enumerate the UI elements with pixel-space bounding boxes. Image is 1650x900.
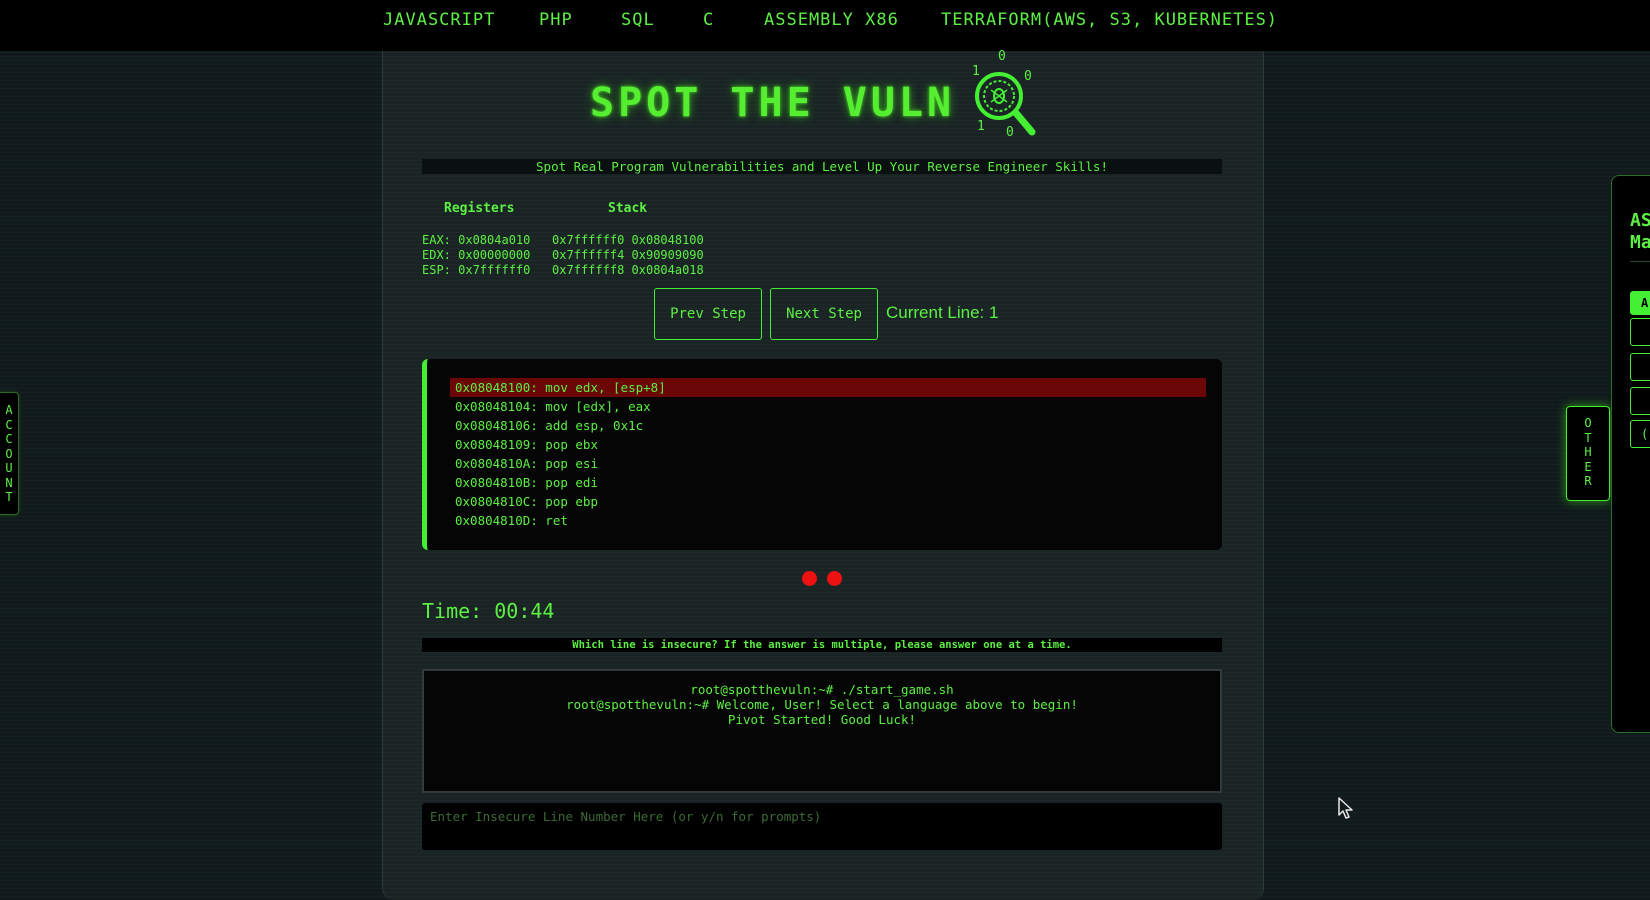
- answer-input[interactable]: [422, 803, 1222, 850]
- nav-c[interactable]: C: [703, 10, 714, 30]
- account-tab-letter: U: [5, 461, 13, 475]
- stack-heading: Stack: [608, 201, 648, 216]
- nav-terraform[interactable]: TERRAFORM(AWS, S3, KUBERNETES): [941, 10, 1278, 30]
- timer: Time: 00:44: [422, 599, 555, 623]
- logo-digit: 0: [998, 49, 1006, 64]
- code-line[interactable]: 0x08048106: add esp, 0x1c: [450, 416, 1206, 435]
- nav-php[interactable]: PHP: [539, 10, 573, 30]
- drawer-title-line: Ma: [1630, 232, 1650, 253]
- account-tab-letter: T: [5, 490, 13, 504]
- nav-sql[interactable]: SQL: [621, 10, 655, 30]
- registers-heading: Registers: [444, 201, 515, 216]
- terminal-output: root@spotthevuln:~# ./start_game.sh root…: [422, 669, 1222, 793]
- register-row: ESP: 0x7ffffff0 0x7ffffff8 0x0804a018: [422, 263, 704, 277]
- page-title: SPOT THE VULN: [590, 80, 956, 126]
- code-line[interactable]: 0x0804810A: pop esi: [450, 454, 1206, 473]
- code-line[interactable]: 0x08048100: mov edx, [esp+8]: [450, 378, 1206, 397]
- magnifier-bug-icon: 0 1 0 1 0: [972, 49, 1036, 140]
- drawer-button[interactable]: [1630, 387, 1650, 415]
- account-tab[interactable]: A C C O U N T: [0, 392, 19, 515]
- terminal-line: Pivot Started! Good Luck!: [727, 712, 917, 727]
- nav-assembly-x86[interactable]: ASSEMBLY X86: [764, 10, 899, 30]
- code-line[interactable]: 0x0804810B: pop edi: [450, 473, 1206, 492]
- code-listing: 0x08048100: mov edx, [esp+8] 0x08048104:…: [422, 359, 1222, 550]
- prev-step-button[interactable]: Prev Step: [654, 288, 762, 340]
- drawer-title-line: AS: [1630, 210, 1650, 231]
- other-tab[interactable]: O T H E R: [1566, 406, 1610, 501]
- top-nav: JAVASCRIPT PHP SQL C ASSEMBLY X86 TERRAF…: [0, 0, 1650, 51]
- code-line[interactable]: 0x0804810D: ret: [450, 511, 1206, 530]
- account-tab-letter: C: [5, 417, 13, 432]
- logo-digit: 1: [977, 119, 985, 134]
- current-line-indicator: Current Line: 1: [886, 303, 999, 322]
- other-tab-letter: E: [1584, 459, 1592, 474]
- life-indicator: [802, 571, 817, 586]
- side-drawer: AS Ma A (: [1611, 175, 1650, 733]
- code-line[interactable]: 0x08048109: pop ebx: [450, 435, 1206, 454]
- account-tab-letter: O: [5, 446, 13, 461]
- account-tab-letter: N: [5, 475, 13, 490]
- logo-digit: 1: [972, 64, 980, 79]
- drawer-divider: [1630, 261, 1650, 262]
- account-tab-letter: C: [5, 432, 13, 446]
- register-row: EDX: 0x00000000 0x7ffffff4 0x90909090: [422, 248, 704, 262]
- logo-digit: 0: [1024, 69, 1032, 84]
- code-line[interactable]: 0x08048104: mov [edx], eax: [450, 397, 1206, 416]
- mouse-cursor-icon: [1338, 797, 1353, 819]
- drawer-button[interactable]: [1630, 318, 1650, 346]
- logo-digit: 0: [1006, 125, 1014, 140]
- drawer-button[interactable]: (: [1630, 420, 1650, 448]
- account-tab-letter: A: [5, 403, 13, 417]
- nav-javascript[interactable]: JAVASCRIPT: [383, 10, 495, 30]
- register-row: EAX: 0x0804a010 0x7ffffff0 0x08048100: [422, 233, 704, 247]
- terminal-line: root@spotthevuln:~# Welcome, User! Selec…: [566, 697, 1078, 712]
- other-tab-letter: O: [1584, 416, 1592, 430]
- terminal-line: root@spotthevuln:~# ./start_game.sh: [690, 682, 954, 697]
- other-tab-letter: H: [1584, 445, 1592, 459]
- other-tab-letter: T: [1584, 430, 1592, 445]
- code-line[interactable]: 0x0804810C: pop ebp: [450, 492, 1206, 511]
- drawer-button[interactable]: A: [1630, 291, 1650, 315]
- life-indicator: [827, 571, 842, 586]
- other-tab-letter: R: [1584, 474, 1592, 488]
- subtitle: Spot Real Program Vulnerabilities and Le…: [422, 159, 1222, 174]
- next-step-button[interactable]: Next Step: [770, 288, 878, 340]
- question-prompt: Which line is insecure? If the answer is…: [422, 638, 1222, 652]
- drawer-button[interactable]: [1630, 353, 1650, 381]
- drawer-title: AS Ma: [1630, 210, 1650, 254]
